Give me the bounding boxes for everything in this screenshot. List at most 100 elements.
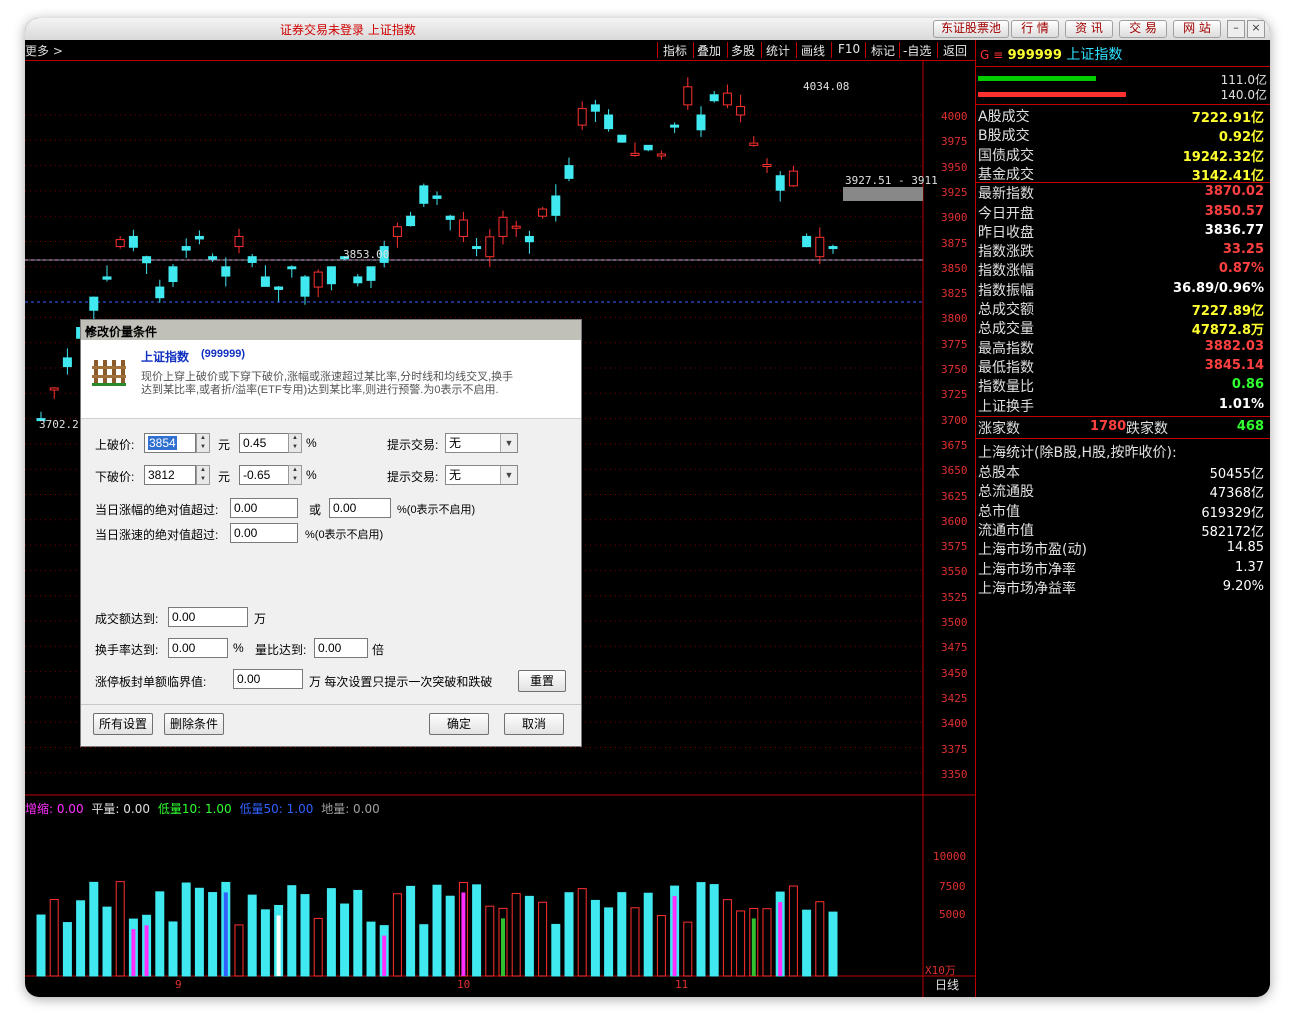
info-row: 指数涨幅 0.87% bbox=[978, 260, 1268, 279]
panel-code: 999999 bbox=[1007, 48, 1062, 63]
amount-input[interactable]: 0.00 bbox=[168, 607, 248, 627]
limit-input[interactable]: 0.00 bbox=[233, 669, 303, 689]
stat-row-label: 总股本 bbox=[978, 465, 1020, 481]
tool-multi-stock[interactable]: 多股 bbox=[731, 42, 755, 59]
price-tick: 3625 bbox=[941, 489, 968, 503]
close-icon[interactable]: ✕ bbox=[85, 323, 577, 337]
lower-price-input[interactable]: 3812 bbox=[144, 465, 196, 485]
title-bar: 证券交易未登录 上证指数 东证股票池 行 情 资 讯 交 易 网 站 – × bbox=[25, 18, 1270, 41]
news-button[interactable]: 资 讯 bbox=[1065, 20, 1113, 38]
info-row-value: 7227.89亿 bbox=[1191, 304, 1264, 319]
price-tick: 3550 bbox=[941, 565, 968, 579]
more-menu[interactable]: 更多 > bbox=[25, 42, 63, 59]
lower-price-stepper[interactable]: ▲ ▼ bbox=[196, 465, 210, 485]
cancel-button[interactable]: 取消 bbox=[504, 713, 564, 735]
sell-value: 140.0亿 bbox=[1220, 88, 1267, 102]
abs-rise-input[interactable]: 0.00 bbox=[230, 498, 298, 518]
ok-button[interactable]: 确定 bbox=[429, 713, 489, 735]
stat-row: 总流通股 47368亿 bbox=[978, 481, 1268, 501]
volume-legend: 增缩: 0.00 平量: 0.00 低量10: 1.00 低量50: 1.00 … bbox=[25, 800, 380, 817]
ratio-input[interactable]: 0.00 bbox=[314, 638, 368, 658]
info-row: 最低指数 3845.14 bbox=[978, 357, 1268, 376]
info-row: 指数量比 0.86 bbox=[978, 376, 1268, 395]
info-row: 昨日收盘 3836.77 bbox=[978, 222, 1268, 241]
info-row-label: 指数涨跌 bbox=[978, 244, 1034, 261]
vol-legend-b: 平量: 0.00 bbox=[91, 802, 150, 816]
dialog-header: 上证指数 (999999) 现价上穿上破价或下穿下破价,涨幅或涨速超过某比率,分… bbox=[81, 340, 581, 419]
prompt-trade-select[interactable]: 无 ▼ bbox=[445, 465, 518, 485]
upper-price-stepper[interactable]: ▲ ▼ bbox=[196, 433, 210, 453]
price-tick: 3775 bbox=[941, 337, 968, 351]
trade-button[interactable]: 交 易 bbox=[1119, 20, 1167, 38]
price-tick: 3950 bbox=[941, 160, 968, 174]
info-row: 总成交量 47872.8万 bbox=[978, 318, 1268, 339]
pct-unit: % bbox=[306, 436, 317, 450]
vol-tick: 5000 bbox=[939, 908, 966, 921]
lower-pct-input[interactable]: -0.65 bbox=[239, 465, 289, 485]
or-label: 或 bbox=[309, 503, 322, 517]
prompt-trade-select[interactable]: 无 ▼ bbox=[445, 433, 518, 453]
price-tick: 3650 bbox=[941, 464, 968, 478]
info-row-value: 3836.77 bbox=[1204, 222, 1264, 238]
price-tick: 3725 bbox=[941, 388, 968, 402]
info-panel: G ≡ 999999 上证指数 111.0亿 140.0亿 A股成交 7222.9… bbox=[975, 40, 1270, 997]
dialog-titlebar[interactable]: 修改价量条件 ✕ bbox=[81, 320, 581, 340]
stock-pool-button[interactable]: 东证股票池 bbox=[933, 20, 1009, 38]
panel-name: 上证指数 bbox=[1066, 47, 1123, 63]
tool-draw-line[interactable]: 画线 bbox=[801, 42, 825, 59]
vol-tick: 7500 bbox=[939, 880, 966, 893]
price-tick: 3575 bbox=[941, 540, 968, 554]
info-row: 指数振幅 36.89/0.96% bbox=[978, 280, 1268, 299]
info-row-label: 昨日收盘 bbox=[978, 224, 1034, 241]
stat-row-label: 上海市场市净率 bbox=[978, 561, 1076, 578]
vol-tick: 10000 bbox=[933, 850, 967, 863]
vol-legend-d: 低量50: 1.00 bbox=[239, 802, 314, 816]
chart-toolbar: 更多 > 指标 叠加 多股 统计 画线 F10 标记 -自选 返回 bbox=[25, 40, 975, 61]
stat-row-value: 582172亿 bbox=[1201, 524, 1264, 540]
upper-pct-input[interactable]: 0.45 bbox=[239, 433, 289, 453]
vol-legend-a: 增缩: 0.00 bbox=[25, 802, 84, 816]
info-row-value: 47872.8万 bbox=[1191, 323, 1264, 339]
info-row: A股成交 7222.91亿 bbox=[978, 106, 1268, 126]
quotes-button[interactable]: 行 情 bbox=[1011, 20, 1059, 38]
info-row-value: 36.89/0.96% bbox=[1173, 280, 1264, 296]
upper-pct-stepper[interactable]: ▲ ▼ bbox=[288, 433, 302, 453]
stat-row: 流通市值 582172亿 bbox=[978, 520, 1268, 540]
price-tick: 3500 bbox=[941, 616, 968, 629]
close-icon[interactable]: × bbox=[1247, 20, 1265, 38]
price-tick: 3400 bbox=[941, 717, 968, 731]
tool-mark[interactable]: 标记 bbox=[871, 42, 895, 59]
up-label: 涨家数 bbox=[978, 421, 1020, 437]
reset-button[interactable]: 重置 bbox=[518, 670, 566, 692]
down-label: 跌家数 bbox=[1126, 421, 1168, 437]
info-row-label: 最高指数 bbox=[978, 340, 1034, 357]
panel-header: G ≡ 999999 上证指数 bbox=[980, 44, 1122, 64]
info-row-label: 总成交额 bbox=[978, 302, 1034, 318]
info-row-label: 今日开盘 bbox=[978, 205, 1034, 222]
tool-watchlist[interactable]: -自选 bbox=[903, 42, 931, 59]
upper-price-input[interactable]: 3854 bbox=[144, 433, 196, 453]
minimize-icon[interactable]: – bbox=[1227, 20, 1245, 38]
info-row-label: 国债成交 bbox=[978, 147, 1034, 164]
tool-statistics[interactable]: 统计 bbox=[766, 42, 790, 59]
tool-indicator[interactable]: 指标 bbox=[663, 42, 687, 59]
lower-pct-stepper[interactable]: ▲ ▼ bbox=[288, 465, 302, 485]
limit-label: 涨停板封单额临界值: bbox=[95, 675, 207, 689]
all-settings-button[interactable]: 所有设置 bbox=[93, 713, 153, 735]
stat-row-label: 上海市场市盈(动) bbox=[978, 542, 1087, 559]
info-row-label: 最低指数 bbox=[978, 359, 1034, 376]
price-tick: 3475 bbox=[941, 641, 968, 655]
abs-speed-input[interactable]: 0.00 bbox=[230, 523, 298, 543]
delete-condition-button[interactable]: 删除条件 bbox=[164, 713, 224, 735]
abs-rise-input-2[interactable]: 0.00 bbox=[329, 498, 391, 518]
period-label[interactable]: 日线 bbox=[935, 976, 959, 993]
info-row-label: 上证换手 bbox=[978, 398, 1034, 415]
turnover-input[interactable]: 0.00 bbox=[168, 638, 228, 658]
zero-disabled-note: %(0表示不启用) bbox=[397, 504, 476, 516]
tool-f10[interactable]: F10 bbox=[838, 42, 860, 56]
website-button[interactable]: 网 站 bbox=[1173, 20, 1221, 38]
tool-back[interactable]: 返回 bbox=[943, 42, 967, 59]
pct-unit: % bbox=[233, 641, 244, 655]
info-row-label: A股成交 bbox=[978, 109, 1030, 125]
tool-overlay[interactable]: 叠加 bbox=[697, 42, 721, 59]
